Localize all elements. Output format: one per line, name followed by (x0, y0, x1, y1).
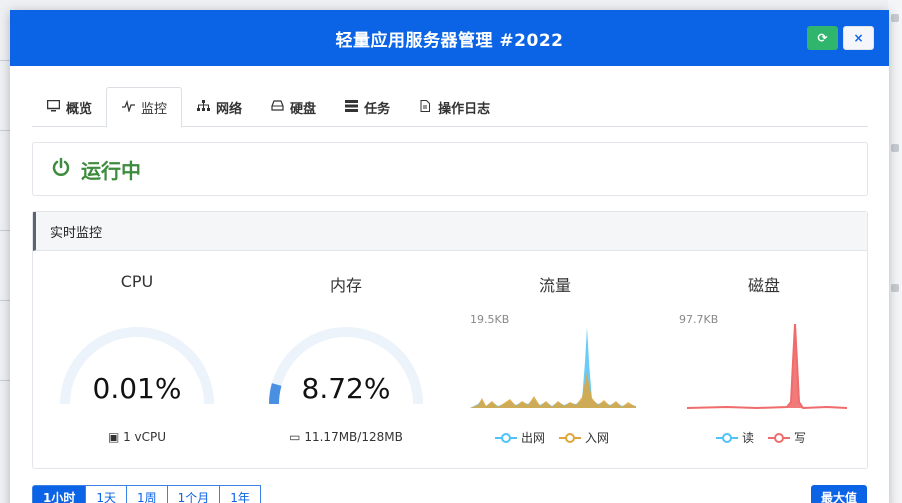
max-value-button[interactable]: 最大值 (811, 485, 868, 503)
tab-monitor[interactable]: 监控 (106, 87, 183, 128)
range-1-month[interactable]: 1个月 (167, 485, 221, 503)
background-marker (891, 284, 899, 292)
cpu-value: 0.01% (92, 372, 182, 405)
close-icon: × (853, 31, 864, 45)
tab-label: 操作日志 (438, 101, 491, 117)
panel-title: 实时监控 (33, 212, 867, 251)
cpu-icon: ▣ (107, 430, 120, 444)
power-icon (51, 157, 71, 181)
tab-label: 硬盘 (290, 101, 317, 117)
tab-label: 监控 (141, 102, 168, 117)
harddisk-icon (270, 99, 284, 115)
network-icon (196, 99, 210, 115)
traffic-out-area (470, 327, 636, 408)
status-label: 运行中 (81, 158, 141, 183)
legend-out-icon (495, 432, 517, 443)
disk-title: 磁盘 (747, 276, 780, 295)
tasks-icon (344, 99, 358, 115)
monitor-icon (46, 99, 60, 115)
cpu-count: 1 vCPU (123, 430, 167, 444)
refresh-button[interactable]: ⟳ (807, 26, 838, 50)
range-1-hour[interactable]: 1小时 (32, 485, 87, 503)
traffic-legend: 出网 入网 (495, 429, 609, 446)
refresh-icon: ⟳ (817, 31, 828, 45)
legend-read-icon (716, 432, 738, 443)
cpu-footer: ▣ 1 vCPU (37, 430, 237, 444)
legend-in[interactable]: 入网 (559, 429, 609, 446)
tab-operation-log[interactable]: 操作日志 (404, 87, 504, 127)
time-range-selector: 1小时 1天 1周 1个月 1年 (32, 485, 261, 503)
realtime-monitor-panel: 实时监控 CPU 0.01% ▣ 1 vCPU 内存 8.72% ▭ 11.17… (32, 211, 868, 469)
background-scroll-area (888, 0, 902, 503)
tab-bar: 概览 监控 网络 硬盘 任务 操作日志 (32, 87, 868, 128)
status-box: 运行中 (32, 142, 868, 196)
background-marker (891, 14, 899, 22)
memory-usage: 11.17MB/128MB (304, 430, 403, 444)
cpu-title: CPU (120, 272, 154, 291)
disk-legend: 读 写 (716, 429, 806, 446)
memory-icon: ▭ (289, 430, 301, 444)
close-button[interactable]: × (843, 26, 874, 50)
legend-out-label: 出网 (521, 431, 546, 445)
memory-value: 8.72% (301, 372, 391, 405)
legend-write-icon (768, 432, 791, 443)
memory-footer: ▭ 11.17MB/128MB (246, 430, 446, 444)
range-1-day[interactable]: 1天 (86, 485, 127, 503)
legend-write-label: 写 (794, 431, 807, 445)
range-1-year[interactable]: 1年 (220, 485, 261, 503)
tab-overview[interactable]: 概览 (32, 87, 106, 127)
modal-title: 轻量应用服务器管理 #2022 (335, 30, 564, 51)
modal-header: 轻量应用服务器管理 #2022 ⟳ × (10, 10, 889, 66)
memory-title: 内存 (329, 276, 362, 295)
background-marker (891, 144, 899, 152)
pulse-icon (121, 99, 135, 115)
legend-in-label: 入网 (585, 431, 610, 445)
disk-write-line (687, 323, 848, 410)
tab-harddisk[interactable]: 硬盘 (256, 87, 330, 127)
legend-write[interactable]: 写 (768, 429, 806, 446)
disk-chart (687, 323, 848, 410)
tab-label: 任务 (364, 101, 391, 117)
traffic-chart (470, 327, 636, 408)
tab-label: 概览 (66, 101, 93, 117)
legend-out[interactable]: 出网 (495, 429, 545, 446)
traffic-in-area (470, 372, 636, 408)
disk-write-area (787, 324, 803, 408)
tab-network[interactable]: 网络 (182, 87, 256, 127)
tab-tasks[interactable]: 任务 (330, 87, 404, 127)
file-icon (418, 99, 432, 115)
tab-label: 网络 (216, 101, 243, 117)
legend-in-icon (559, 432, 582, 443)
server-management-modal: 轻量应用服务器管理 #2022 ⟳ × 概览 监控 网络 硬盘 任务 操作日志 … (10, 10, 889, 503)
range-1-week[interactable]: 1周 (127, 485, 168, 503)
legend-read[interactable]: 读 (716, 429, 754, 446)
traffic-title: 流量 (538, 276, 571, 295)
legend-read-label: 读 (742, 431, 755, 445)
